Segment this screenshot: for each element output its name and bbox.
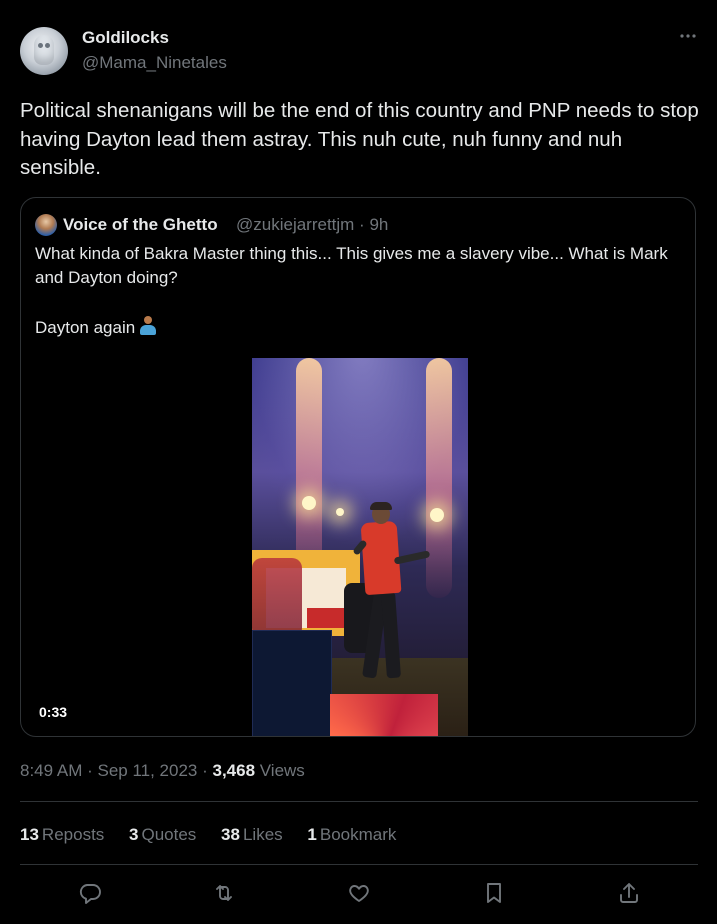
quoted-author-meta: @zukiejarrettjm · 9h xyxy=(236,215,389,234)
repost-button[interactable] xyxy=(205,874,243,912)
quotes-stat[interactable]: 3 Quotes xyxy=(129,825,196,845)
stage-light xyxy=(302,496,316,510)
likes-count: 38 xyxy=(221,825,240,844)
quoted-post[interactable]: Voice of the Ghetto @zukiejarrettjm · 9h… xyxy=(20,197,696,737)
quotes-count: 3 xyxy=(129,825,139,844)
video-thumbnail[interactable] xyxy=(252,358,468,736)
reposts-count: 13 xyxy=(20,825,39,844)
reposts-stat[interactable]: 13 Reposts xyxy=(20,825,104,845)
share-button[interactable] xyxy=(610,874,648,912)
bookmarks-stat[interactable]: 1 Bookmark xyxy=(307,825,396,845)
likes-label: Likes xyxy=(242,825,283,844)
stage-light xyxy=(336,508,344,516)
post-time-date[interactable]: 8:49 AM · Sep 11, 2023 · xyxy=(20,761,212,780)
red-stage-fabric xyxy=(330,694,438,736)
reply-icon xyxy=(79,884,101,904)
performer-arm xyxy=(393,550,431,565)
share-icon xyxy=(620,883,638,903)
like-button[interactable] xyxy=(340,874,378,912)
divider xyxy=(20,864,698,865)
bookmarks-label: Bookmark xyxy=(319,825,397,844)
repost-icon xyxy=(216,885,232,901)
owl-avatar-image xyxy=(34,35,54,65)
author-avatar[interactable] xyxy=(20,27,68,75)
quoted-author-name: Voice of the Ghetto xyxy=(63,215,218,234)
bookmarks-count: 1 xyxy=(307,825,317,844)
reply-button[interactable] xyxy=(71,874,109,912)
engagement-stats: 13 Reposts 3 Quotes 38 Likes 1 Bookmark xyxy=(20,825,416,845)
action-bar xyxy=(20,874,698,914)
crowd xyxy=(252,558,302,638)
like-icon xyxy=(349,885,369,902)
quoted-post-text-dayton: Dayton again xyxy=(35,318,136,337)
likes-stat[interactable]: 38 Likes xyxy=(221,825,283,845)
video-duration-badge: 0:33 xyxy=(33,702,74,722)
reposts-label: Reposts xyxy=(41,825,105,844)
performer-cap xyxy=(370,502,392,510)
more-horizontal-icon[interactable] xyxy=(678,26,698,46)
quotes-label: Quotes xyxy=(141,825,197,844)
stage-light-beam xyxy=(426,358,452,598)
quoted-post-text-line2: Dayton again xyxy=(35,316,157,338)
views-count: 3,468 xyxy=(212,761,256,780)
post-timestamp: 8:49 AM · Sep 11, 2023 · 3,468 Views xyxy=(20,761,305,781)
quoted-post-text: What kinda of Bakra Master thing this...… xyxy=(35,244,668,287)
speaker-box xyxy=(252,630,332,736)
author-handle[interactable]: @Mama_Ninetales xyxy=(82,53,227,73)
stage-light xyxy=(430,508,444,522)
person-shrugging-emoji-icon xyxy=(139,316,157,336)
bookmark-button[interactable] xyxy=(475,874,513,912)
views-label: Views xyxy=(255,761,305,780)
author-display-name[interactable]: Goldilocks xyxy=(82,28,169,48)
quoted-author-avatar xyxy=(35,214,57,236)
divider xyxy=(20,801,698,802)
post-text: Political shenanigans will be the end of… xyxy=(20,99,699,179)
bookmark-icon xyxy=(487,883,501,903)
